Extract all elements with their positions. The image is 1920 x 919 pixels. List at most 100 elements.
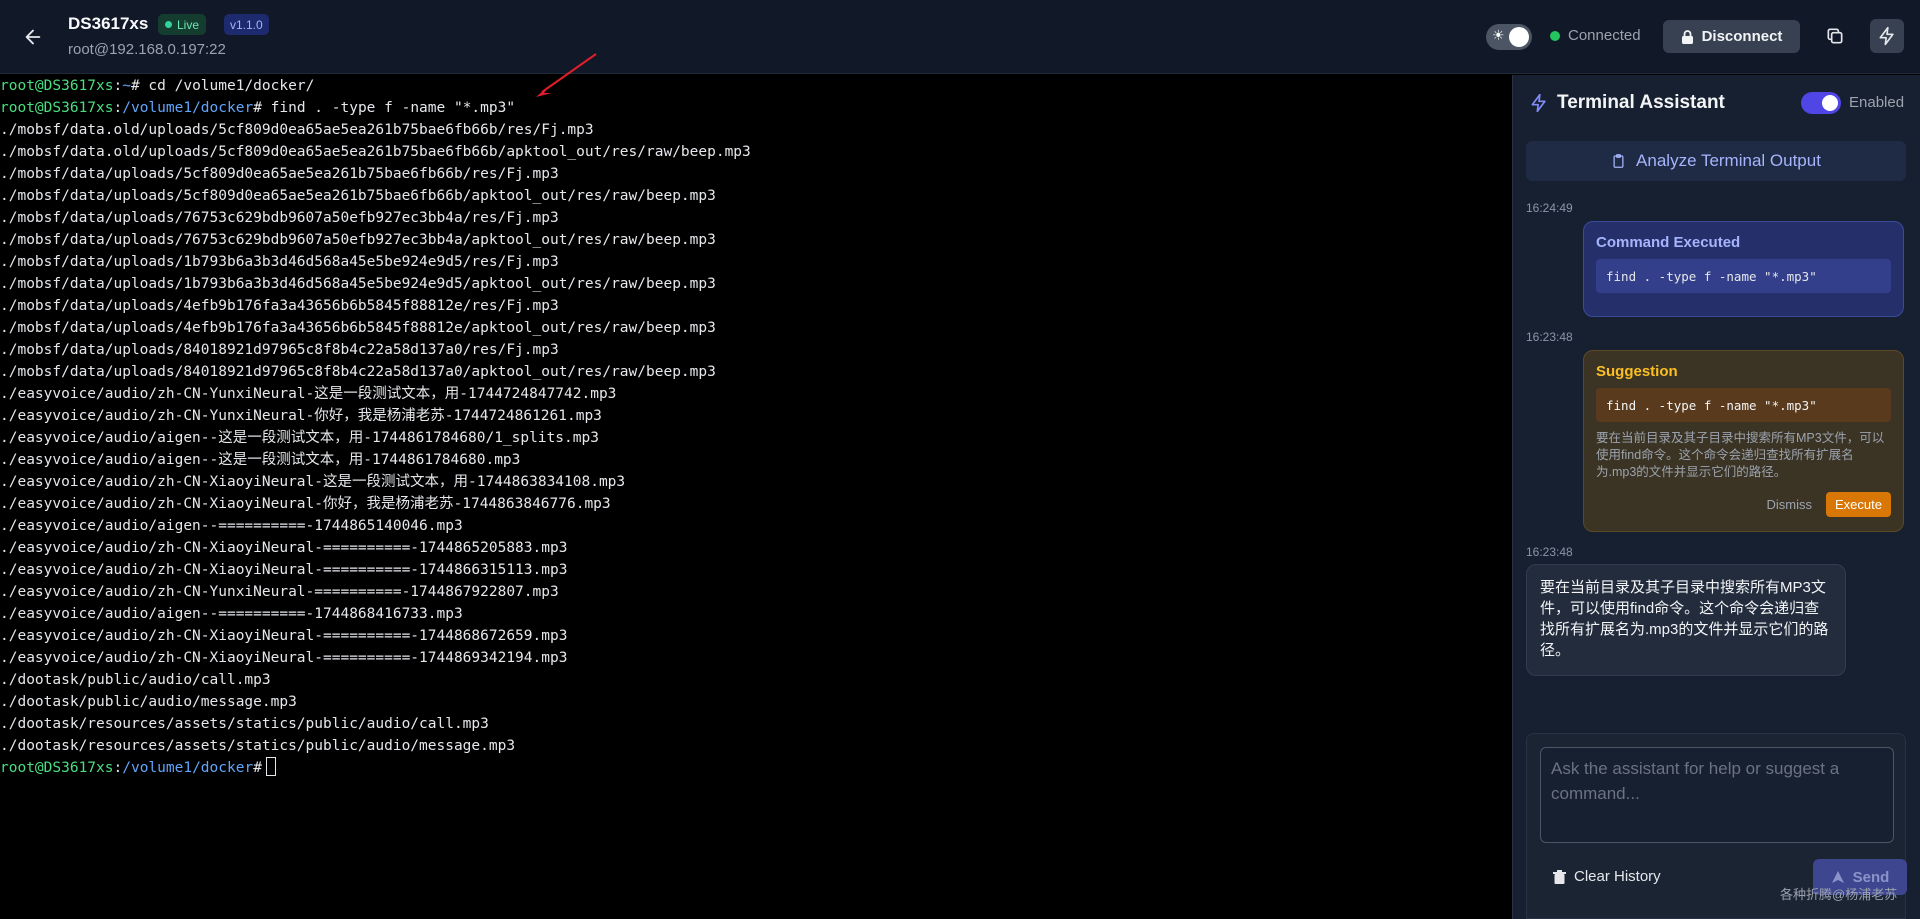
command-code: find . -type f -name "*.mp3" [1596,259,1891,293]
prompt-path: ~ [122,78,131,94]
card-title: Command Executed [1596,234,1741,251]
assistant-panel: Terminal Assistant Enabled Analyze Termi… [1512,75,1920,919]
back-button[interactable] [18,24,48,50]
execute-button[interactable]: Execute [1826,492,1891,517]
terminal-command: # cd /volume1/docker/ [130,78,315,94]
terminal-output-line: ./dootask/resources/assets/statics/publi… [0,716,489,732]
bolt-icon [1879,26,1894,46]
status-label: Connected [1568,27,1641,44]
prompt-sep: : [113,100,123,116]
send-icon [1831,871,1844,883]
clear-history-label: Clear History [1574,868,1661,885]
terminal-output-line: ./mobsf/data/uploads/5cf809d0ea65ae5ea26… [0,166,559,182]
terminal-output-line: ./mobsf/data/uploads/1b793b6a3b3d46d568a… [0,276,716,292]
top-bar: DS3617xs Live v1.1.0 root@192.168.0.197:… [0,0,1920,74]
disconnect-button[interactable]: Disconnect [1663,20,1800,53]
terminal-output-line: ./easyvoice/audio/zh-CN-XiaoyiNeural-===… [0,628,568,644]
prompt-path: /volume1/docker [122,760,254,776]
terminal-output-line: ./easyvoice/audio/zh-CN-YunxiNeural-这是一段… [0,386,617,402]
toggle-knob [1822,95,1838,111]
terminal-output-line: ./easyvoice/audio/aigen--这是一段测试文本，用-1744… [0,452,521,468]
terminal-output-line: ./dootask/public/audio/message.mp3 [0,694,297,710]
host-subtitle: root@192.168.0.197:22 [68,41,226,58]
annotation-arrow-icon [536,53,597,97]
analyze-output-button[interactable]: Analyze Terminal Output [1526,141,1906,181]
live-dot-icon [165,21,172,28]
terminal-output-line: ./easyvoice/audio/aigen--这是一段测试文本，用-1744… [0,430,599,446]
suggestion-card: Suggestion find . -type f -name "*.mp3" … [1583,350,1904,532]
terminal-output[interactable]: root@DS3617xs:~# cd /volume1/docker/ roo… [0,75,1512,919]
terminal-output-line: ./mobsf/data/uploads/84018921d97965c8f8b… [0,364,716,380]
terminal-line: root@DS3617xs:~# cd /volume1/docker/ [0,75,1512,97]
terminal-command: # [253,760,262,776]
terminal-output-line: ./easyvoice/audio/zh-CN-XiaoyiNeural-===… [0,562,568,578]
assistant-toggle-button[interactable] [1870,19,1904,53]
terminal-output-line: ./mobsf/data/uploads/76753c629bdb9607a50… [0,232,716,248]
terminal-output-line: ./mobsf/data/uploads/76753c629bdb9607a50… [0,210,559,226]
live-label: Live [177,17,200,32]
disconnect-label: Disconnect [1701,28,1783,45]
terminal-output-line: ./dootask/resources/assets/statics/publi… [0,738,516,754]
timestamp: 16:24:49 [1526,201,1573,215]
live-badge: Live [158,14,207,35]
connection-status: Connected [1550,27,1641,44]
status-dot-icon [1550,30,1560,41]
copy-icon [1827,28,1843,44]
terminal-output-line: ./mobsf/data/uploads/1b793b6a3b3d46d568a… [0,254,559,270]
clipboard-icon [1613,154,1624,168]
analyze-label: Analyze Terminal Output [1636,151,1821,170]
terminal-output-line: ./easyvoice/audio/zh-CN-XiaoyiNeural-===… [0,650,568,666]
terminal-output-line: ./easyvoice/audio/aigen--==========-1744… [0,518,463,534]
suggested-command-code[interactable]: find . -type f -name "*.mp3" [1596,388,1891,422]
terminal-output-line: ./mobsf/data/uploads/4efb9b176fa3a43656b… [0,298,559,314]
prompt-sep: : [113,760,123,776]
lock-icon [1681,29,1693,44]
terminal-line: root@DS3617xs:/volume1/docker# find . -t… [0,97,1512,119]
timestamp: 16:23:48 [1526,545,1573,559]
terminal-output-line: ./mobsf/data/uploads/84018921d97965c8f8b… [0,342,559,358]
theme-toggle[interactable]: ☀ [1486,24,1532,50]
terminal-output-line: ./easyvoice/audio/zh-CN-XiaoyiNeural-你好，… [0,496,611,512]
terminal-command: # find . -type f -name "*.mp3" [253,100,516,116]
terminal-cursor [265,757,276,776]
assistant-input[interactable] [1540,747,1894,843]
arrow-left-icon [25,29,41,45]
clear-history-button[interactable]: Clear History [1553,868,1661,885]
prompt-user: root@DS3617xs [0,78,114,94]
enabled-label: Enabled [1849,94,1905,111]
bolt-icon [1531,93,1546,113]
terminal-output-line: ./easyvoice/audio/zh-CN-YunxiNeural-====… [0,584,559,600]
copy-button[interactable] [1820,20,1850,53]
terminal-output-line: ./easyvoice/audio/zh-CN-XiaoyiNeural-这是一… [0,474,626,490]
prompt-user: root@DS3617xs [0,760,114,776]
watermark: 各种折腾@杨浦老苏 [1780,887,1898,902]
terminal-output-lines: ./mobsf/data.old/uploads/5cf809d0ea65ae5… [0,119,1512,757]
suggestion-actions: Dismiss Execute [1767,492,1891,517]
terminal-output-line: ./dootask/public/audio/call.mp3 [0,672,271,688]
version-badge: v1.1.0 [224,14,269,35]
assistant-enabled-toggle[interactable] [1801,92,1841,114]
suggestion-description: 要在当前目录及其子目录中搜索所有MP3文件，可以使用find命令。这个命令会递归… [1596,431,1885,479]
terminal-line: root@DS3617xs:/volume1/docker# [0,757,1512,779]
prompt-user: root@DS3617xs [0,100,114,116]
terminal-output-line: ./mobsf/data.old/uploads/5cf809d0ea65ae5… [0,122,594,138]
dismiss-button[interactable]: Dismiss [1767,497,1813,512]
terminal-output-line: ./easyvoice/audio/aigen--==========-1744… [0,606,463,622]
toggle-knob [1509,27,1529,47]
terminal-output-line: ./easyvoice/audio/zh-CN-XiaoyiNeural-===… [0,540,568,556]
trash-icon [1553,869,1566,884]
prompt-sep: : [113,78,123,94]
terminal-output-line: ./mobsf/data/uploads/4efb9b176fa3a43656b… [0,320,716,336]
terminal-output-line: ./mobsf/data/uploads/5cf809d0ea65ae5ea26… [0,188,716,204]
assistant-message: 要在当前目录及其子目录中搜索所有MP3文件，可以使用find命令。这个命令会递归… [1526,564,1846,676]
prompt-path: /volume1/docker [122,100,254,116]
terminal-output-line: ./mobsf/data.old/uploads/5cf809d0ea65ae5… [0,144,751,160]
timestamp: 16:23:48 [1526,330,1573,344]
assistant-header: Terminal Assistant Enabled [1513,75,1920,129]
host-title: DS3617xs [68,14,149,33]
terminal-output-line: ./easyvoice/audio/zh-CN-YunxiNeural-你好，我… [0,408,602,424]
card-title: Suggestion [1596,363,1678,380]
send-label: Send [1852,868,1890,886]
sun-icon: ☀ [1492,27,1505,43]
command-executed-card: Command Executed find . -type f -name "*… [1583,221,1904,317]
